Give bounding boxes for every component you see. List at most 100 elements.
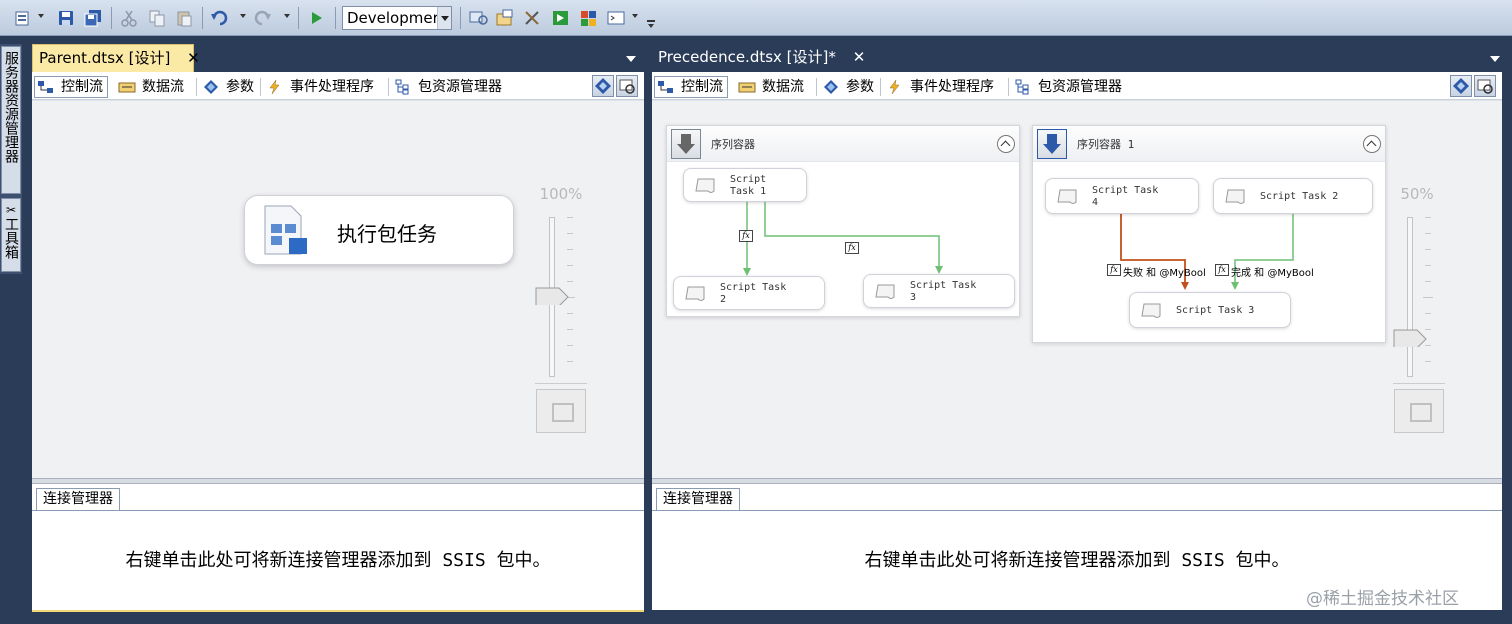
script-icon [1057,189,1077,204]
connection-managers-tab[interactable]: 连接管理器 [36,488,120,510]
tab-package-explorer[interactable]: 包资源管理器 [392,76,506,98]
expression-icon[interactable]: fx [1107,264,1121,276]
tab-label: 参数 [846,79,874,95]
redo-icon[interactable] [252,7,274,29]
tab-event-handlers[interactable]: 事件处理程序 [264,76,378,98]
zoom-percent: 100% [539,185,583,203]
tab-title: Parent.dtsx [设计] [39,49,171,67]
tab-label: 数据流 [762,79,804,95]
failure-constraint-label[interactable]: 失败 和 @MyBool [1123,264,1206,279]
package-explorer-icon [394,79,412,95]
copy-icon[interactable] [146,7,168,29]
zoom-thumb[interactable] [535,287,569,305]
script-task-4[interactable]: Script Task 4 [1045,178,1199,214]
watermark: @稀土掘金技术社区 [1306,589,1459,609]
main-toolbar: Developmer [0,0,1512,36]
chevron-down-icon[interactable] [437,7,451,29]
zoom-fit-icon[interactable] [616,75,638,97]
script-icon [685,286,705,301]
expression-icon[interactable]: fx [845,242,859,254]
server-explorer-tab[interactable]: 服务器资源管理器 [1,46,21,194]
control-flow-canvas[interactable]: 序列容器 fx fx Script Task 1 Script Task 2 S… [652,100,1502,478]
redo-dropdown-icon[interactable] [284,14,290,18]
sequence-container-1[interactable]: 序列容器 1 fx 失败 和 @MyBool fx 完成 和 @MyBool S… [1032,125,1386,343]
tab-precedence-dtsx[interactable]: Precedence.dtsx [设计]* ✕ [652,44,865,72]
find-icon[interactable] [468,7,490,29]
new-item-icon[interactable] [12,7,34,29]
tab-title: Precedence.dtsx [设计]* [658,48,836,66]
status-strip [0,612,1512,624]
execute-package-task[interactable]: 执行包任务 [244,195,514,265]
expression-icon[interactable]: fx [1215,264,1229,276]
precedence-package-panel: Precedence.dtsx [设计]* ✕ 控制流 数据流 参数 事件处理程… [652,44,1502,610]
tab-control-flow[interactable]: 控制流 [34,76,108,98]
start-icon[interactable] [305,7,327,29]
tab-data-flow[interactable]: 数据流 [736,76,808,98]
chevron-down-icon[interactable] [626,56,636,62]
sequence-container[interactable]: 序列容器 fx fx Script Task 1 Script Task 2 S… [666,125,1020,317]
script-task-3[interactable]: Script Task 3 [863,274,1015,308]
new-item-dropdown-icon[interactable] [38,14,44,18]
control-flow-canvas[interactable]: 执行包任务 100% [32,100,644,478]
zoom-to-fit-button[interactable] [536,389,586,433]
connection-managers-tab[interactable]: 连接管理器 [656,488,740,510]
tab-data-flow[interactable]: 数据流 [116,76,188,98]
zoom-slider[interactable] [1393,217,1445,377]
toolbar-overflow-icon[interactable] [647,12,655,28]
zoom-rail [1407,217,1413,377]
connection-hint: 右键单击此处可将新连接管理器添加到 SSIS 包中。 [125,550,551,571]
zoom-to-fit-button[interactable] [1394,389,1444,433]
tab-event-handlers[interactable]: 事件处理程序 [884,76,998,98]
designer-body: 控制流 数据流 参数 事件处理程序 包资源管理器 [652,72,1502,610]
zoom-slider[interactable] [535,217,587,377]
tab-label: 控制流 [681,79,723,95]
lightning-icon [886,79,904,95]
task-label: Script Task 3 [1176,305,1255,316]
task-label: Script Task 1 [730,174,767,197]
script-task-3[interactable]: Script Task 3 [1129,292,1291,328]
class-view-icon[interactable] [578,7,600,29]
cut-icon[interactable] [118,7,140,29]
undo-dropdown-icon[interactable] [240,14,246,18]
properties-icon[interactable] [494,7,516,29]
save-all-icon[interactable] [82,7,104,29]
close-icon[interactable]: ✕ [853,48,866,66]
toolbox-icon[interactable] [522,7,544,29]
script-icon [1225,189,1245,204]
script-icon [1141,303,1161,318]
tab-control-flow[interactable]: 控制流 [654,76,728,98]
task-label: Script Task 3 [910,280,977,303]
tab-parameters[interactable]: 参数 [200,76,258,98]
tab-label: 数据流 [142,79,184,95]
paste-icon[interactable] [173,7,195,29]
script-icon [695,178,715,193]
chevron-down-icon[interactable] [1490,56,1500,62]
zoom-fit-icon[interactable] [1474,75,1496,97]
command-window-icon[interactable] [606,7,628,29]
package-info-icon[interactable] [1450,75,1472,97]
tab-parent-dtsx[interactable]: Parent.dtsx [设计] ✕ [32,44,200,72]
tab-label: 包资源管理器 [1038,79,1122,95]
toolbox-tab[interactable]: ✂ 工具箱 [1,198,21,272]
close-icon[interactable]: ✕ [187,49,200,67]
tab-package-explorer[interactable]: 包资源管理器 [1012,76,1126,98]
script-task-2[interactable]: Script Task 2 [673,276,825,310]
toolbar-dropdown-icon[interactable] [632,14,638,18]
zoom-thumb[interactable] [1393,329,1427,347]
script-task-1[interactable]: Script Task 1 [683,168,807,202]
package-explorer-icon [1014,79,1032,95]
object-browser-icon[interactable] [550,7,572,29]
script-task-2[interactable]: Script Task 2 [1213,178,1373,214]
tab-parameters[interactable]: 参数 [820,76,878,98]
solution-configuration-select[interactable]: Developmer [342,6,452,30]
task-label: Script Task 2 [720,282,787,305]
connection-managers-area[interactable]: 连接管理器 右键单击此处可将新连接管理器添加到 SSIS 包中。 [32,484,644,610]
save-icon[interactable] [55,7,77,29]
package-info-icon[interactable] [592,75,614,97]
task-label: Script Task 4 [1092,185,1159,208]
undo-icon[interactable] [208,7,230,29]
designer-tab-strip: 控制流 数据流 参数 事件处理程序 包资源管理器 [652,72,1502,100]
expression-icon[interactable]: fx [739,230,753,242]
configuration-value: Developmer [347,9,439,27]
completion-constraint-label[interactable]: 完成 和 @MyBool [1231,264,1314,279]
